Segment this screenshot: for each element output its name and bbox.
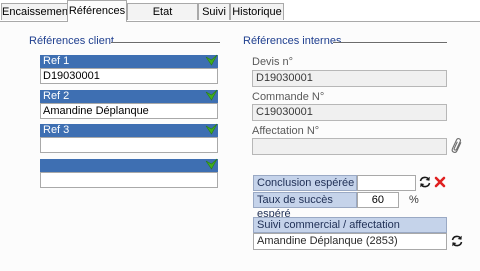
ref1-header: Ref 1	[40, 55, 218, 68]
ref1-input[interactable]: D19030001	[40, 68, 218, 84]
ref3-input[interactable]	[40, 137, 218, 153]
tab-etat-commande[interactable]: Etat commande	[127, 3, 198, 35]
check-icon[interactable]	[205, 54, 218, 68]
client-section-divider	[111, 42, 220, 44]
tab-historique[interactable]: Historique	[230, 3, 284, 20]
tab-suivi[interactable]: Suivi	[198, 3, 230, 20]
conclusion-date-field[interactable]	[357, 175, 416, 191]
ref4-header	[40, 159, 218, 172]
internal-section-divider	[333, 42, 447, 44]
taux-label: Taux de succès espéré	[253, 192, 357, 220]
ref2-header: Ref 2	[40, 90, 218, 103]
refresh-icon[interactable]	[450, 234, 464, 248]
check-icon[interactable]	[205, 89, 218, 103]
check-icon[interactable]	[205, 123, 218, 137]
refresh-icon[interactable]	[418, 175, 432, 189]
check-icon[interactable]	[205, 158, 218, 172]
tab-encaissement[interactable]: Encaissement	[1, 3, 71, 20]
taux-field[interactable]: 60	[357, 192, 399, 208]
devis-label: Devis n°	[252, 56, 294, 68]
commande-field: C19030001	[252, 104, 447, 121]
suivi-label: Suivi commercial / affectation	[253, 217, 447, 233]
devis-field: D19030001	[252, 70, 447, 87]
ref3-header: Ref 3	[40, 124, 218, 137]
affectation-label: Affectation N°	[252, 125, 320, 137]
paperclip-icon[interactable]	[451, 137, 463, 155]
tab-references[interactable]: Références	[67, 0, 127, 22]
tab-bar: Encaissement Références Etat commande Su…	[0, 0, 480, 35]
delete-icon[interactable]	[434, 176, 446, 188]
taux-unit: %	[409, 194, 419, 206]
ref4-input[interactable]	[40, 172, 218, 188]
commande-label: Commande N°	[252, 91, 325, 103]
client-section-title: Références client	[29, 35, 114, 47]
conclusion-label: Conclusion espérée	[253, 175, 357, 191]
suivi-field[interactable]: Amandine Déplanque (2853)	[253, 233, 447, 250]
ref2-input[interactable]: Amandine Déplanque	[40, 103, 218, 119]
affectation-field	[252, 138, 447, 155]
internal-section-title: Références internes	[243, 35, 342, 47]
